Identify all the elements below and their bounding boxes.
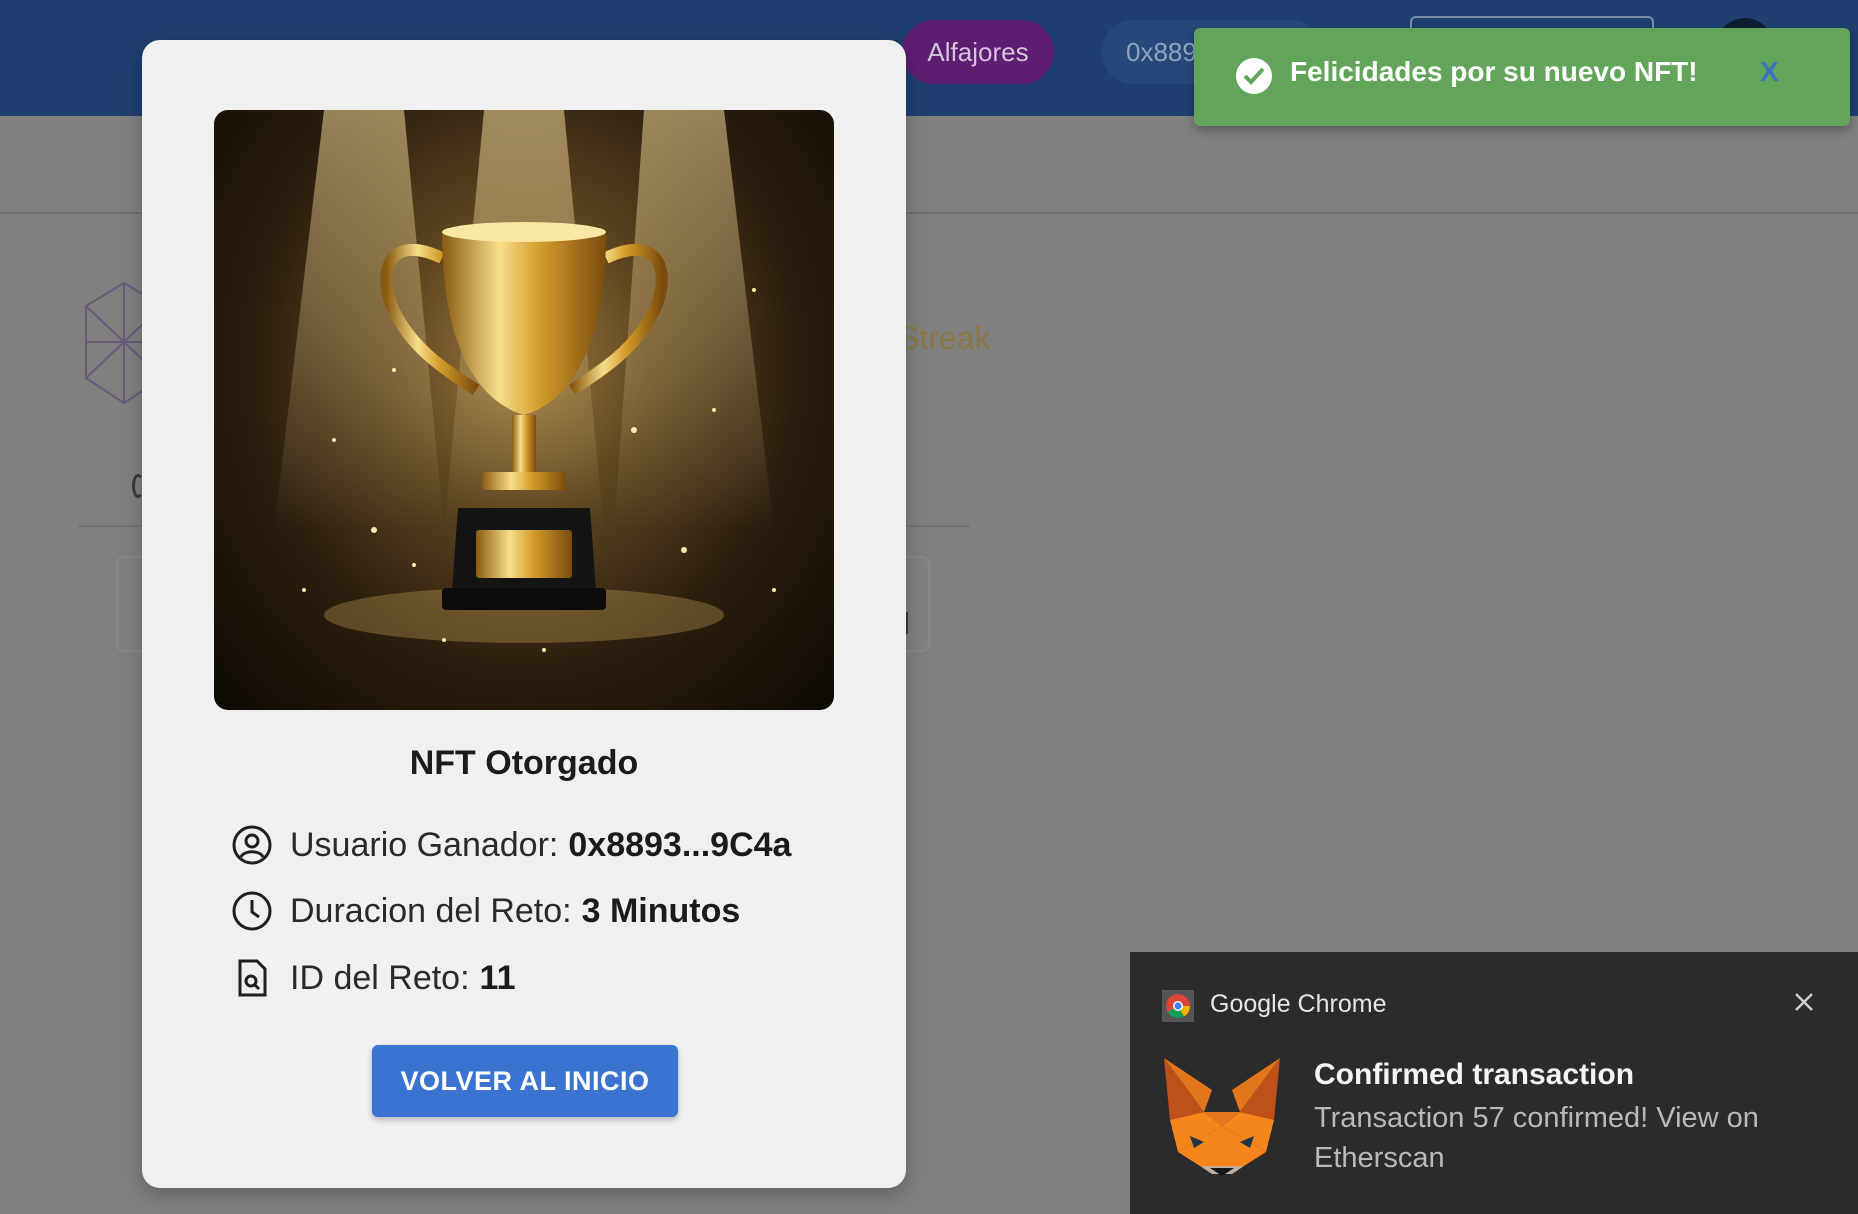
notification-title: Confirmed transaction xyxy=(1314,1058,1635,1091)
user-circle-icon xyxy=(230,823,274,867)
modal-title: NFT Otorgado xyxy=(409,744,639,782)
success-toast: Felicidades por su nuevo NFT! X xyxy=(1194,28,1850,126)
document-search-icon xyxy=(230,956,274,1000)
notification-app-name: Google Chrome xyxy=(1210,990,1387,1018)
duration-label: Duracion del Reto: xyxy=(290,891,572,930)
trophy-icon xyxy=(274,110,776,652)
metamask-fox-icon xyxy=(1160,1056,1284,1178)
challenge-id-value: 11 xyxy=(479,958,516,997)
duration-value: 3 Minutos xyxy=(581,891,741,930)
streak-label: Streak xyxy=(898,320,991,356)
check-circle-icon xyxy=(1236,58,1272,94)
winner-label: Usuario Ganador: xyxy=(290,825,559,864)
clock-icon xyxy=(230,889,274,933)
nft-awarded-modal: NFT Otorgado Usuario Ganador: 0x8893...9… xyxy=(142,40,906,1188)
toast-message: Felicidades por su nuevo NFT! xyxy=(1290,56,1698,87)
back-to-home-button[interactable]: VOLVER AL INICIO xyxy=(372,1045,678,1117)
chrome-notification[interactable]: Google Chrome Confirmed transaction Tran… xyxy=(1130,952,1858,1214)
notification-body: Transaction 57 confirmed! View on Ethers… xyxy=(1314,1102,1759,1174)
chrome-icon xyxy=(1162,990,1194,1022)
network-pill[interactable]: Alfajores xyxy=(902,20,1054,84)
close-icon[interactable] xyxy=(1786,984,1822,1020)
winner-value: 0x8893...9C4a xyxy=(568,825,792,864)
challenge-id-row: ID del Reto: 11 xyxy=(230,953,515,1003)
duration-row: Duracion del Reto: 3 Minutos xyxy=(230,886,740,936)
nft-trophy-image xyxy=(214,110,834,710)
toast-close-button[interactable]: X xyxy=(1760,56,1779,88)
winner-row: Usuario Ganador: 0x8893...9C4a xyxy=(230,820,791,870)
challenge-id-label: ID del Reto: xyxy=(290,958,470,997)
